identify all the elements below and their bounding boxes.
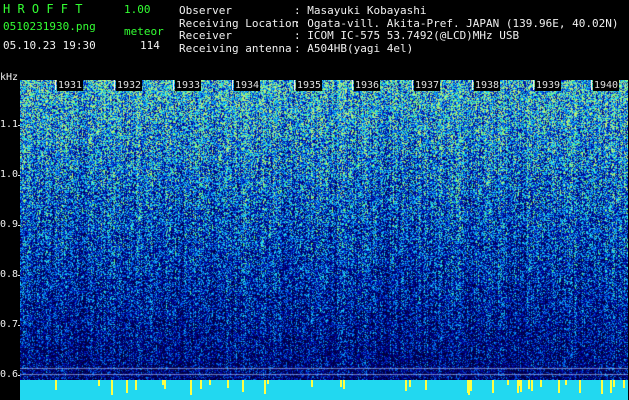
app-title: H R O F F T [3,2,83,16]
detection-spike [111,380,113,395]
detection-spike [209,380,211,385]
antenna-value: : A504HB(yagi 4el) [294,42,414,55]
observer-value: : Masayuki Kobayashi [294,4,427,17]
detection-spike [164,380,166,389]
detection-spike [517,380,519,393]
minute-label: 1931 [57,80,84,91]
detection-spike [135,380,137,390]
minute-label: 1935 [296,80,323,91]
detection-spike [613,380,615,387]
receiver-value: : ICOM IC-575 53.7492(@LCD)MHz USB [294,29,520,42]
y-tick-label: 1.1 [0,119,19,130]
minute-marker-line [591,80,592,90]
minute-marker-line [352,80,353,90]
y-tick-label: 1.0 [0,169,19,180]
minute-marker-line [232,80,233,90]
minute-label: 1936 [354,80,381,91]
detection-spike [98,380,100,386]
detection-spike [519,380,521,386]
y-tick-label: 0.9 [0,219,19,230]
detection-band [20,380,628,400]
detection-spike [623,380,625,388]
header-panel: H R O F F T 1.00 0510231930.png meteor 0… [0,0,629,80]
minute-marker-line [533,80,534,90]
detection-spike [467,380,469,393]
y-axis-unit: kHz [0,72,19,83]
minute-label: 1934 [234,80,261,91]
receiver-label: Receiver [179,29,232,42]
detection-spike [55,380,57,390]
detection-spike [531,380,533,391]
detection-spike [540,380,542,387]
y-tick-label: 0.8 [0,269,19,280]
observer-label: Observer [179,4,232,17]
detection-spike [601,380,603,394]
detection-spike [267,380,269,384]
detection-spike [200,380,202,389]
file-name: 0510231930.png [3,20,96,33]
detection-spike [610,380,612,393]
mode-label: meteor [124,25,164,38]
detection-spike [470,380,472,391]
minute-label: 1940 [593,80,620,91]
app-version: 1.00 [124,3,151,16]
detection-spike [579,380,581,393]
minute-marker-line [173,80,174,90]
detection-spike [126,380,128,393]
detection-spike [190,380,192,395]
detection-spike [409,380,411,387]
spectrogram-canvas [20,80,628,380]
minute-marker-line [55,80,56,90]
minute-label: 1939 [535,80,562,91]
detection-spike [507,380,509,385]
date-time: 05.10.23 19:30 [3,39,96,52]
detection-spike [565,380,567,385]
meteor-count: 114 [140,39,160,52]
minute-marker-line [114,80,115,90]
minute-label: 1937 [414,80,441,91]
y-tick-label: 0.7 [0,319,19,330]
detection-spike [492,380,494,393]
detection-spike [227,380,229,388]
detection-spike [311,380,313,387]
detection-spike [425,380,427,390]
minute-label: 1933 [175,80,202,91]
minute-marker-line [412,80,413,90]
detection-spike [242,380,244,392]
minute-marker-line [472,80,473,90]
minute-marker-line [294,80,295,90]
minute-label: 1938 [474,80,501,91]
detection-spike [343,380,345,389]
detection-spike [405,380,407,391]
antenna-label: Receiving antenna [179,42,292,55]
detection-spike [528,380,530,389]
detection-spike [340,380,342,387]
detection-spike [558,380,560,393]
y-tick-label: 0.6 [0,369,19,380]
minute-label: 1932 [116,80,143,91]
detection-spike [264,380,266,394]
